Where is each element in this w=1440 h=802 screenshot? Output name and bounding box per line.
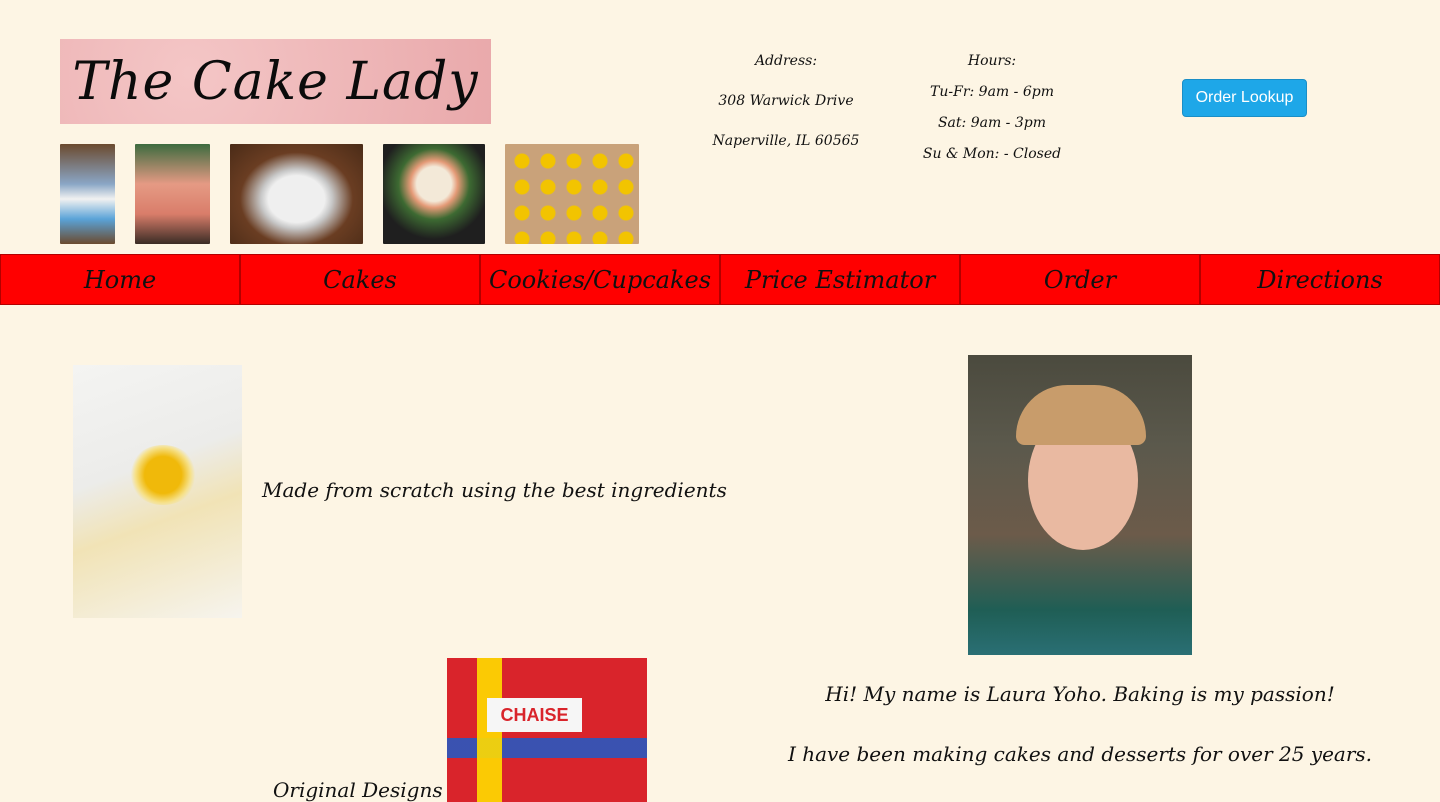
intro-line-2: I have been making cakes and desserts fo… (787, 742, 1373, 766)
nav-item-cakes[interactable]: Cakes (240, 254, 480, 305)
hours-tu-fr: Tu-Fr: 9am - 6pm (930, 84, 1054, 100)
hours-block: Hours: Tu-Fr: 9am - 6pm Sat: 9am - 3pm S… (912, 52, 1072, 176)
main-nav: Home Cakes Cookies/Cupcakes Price Estima… (0, 254, 1440, 305)
nav-item-order[interactable]: Order (960, 254, 1200, 305)
ingredients-caption: Made from scratch using the best ingredi… (262, 478, 727, 502)
address-line1: 308 Warwick Drive (718, 93, 854, 109)
order-lookup-button[interactable]: Order Lookup (1182, 79, 1307, 117)
hours-label: Hours: (967, 53, 1017, 69)
nav-item-home[interactable]: Home (0, 254, 240, 305)
thumbnail-cake-bulldog[interactable] (230, 144, 363, 244)
nav-item-directions[interactable]: Directions (1200, 254, 1440, 305)
intro-line-1: Hi! My name is Laura Yoho. Baking is my … (825, 682, 1335, 706)
nav-item-price-estimator[interactable]: Price Estimator (720, 254, 960, 305)
owner-portrait-image (968, 355, 1192, 655)
ingredients-image (73, 365, 242, 618)
thumbnail-emoji-cookies[interactable] (505, 144, 639, 244)
address-line2: Naperville, IL 60565 (712, 133, 860, 149)
logo-text: The Cake Lady (72, 51, 479, 112)
thumbnail-cake-blue[interactable] (60, 144, 115, 244)
address-label: Address: (754, 53, 818, 69)
hours-sat: Sat: 9am - 3pm (937, 115, 1047, 131)
hours-su-mon: Su & Mon: - Closed (922, 146, 1062, 162)
thumbnail-cake-pink[interactable] (135, 144, 210, 244)
designs-caption: Original Designs (273, 778, 443, 802)
lego-cake-image: CHAISE (447, 658, 647, 802)
site-logo[interactable]: The Cake Lady (60, 39, 491, 124)
thumbnail-cupcake-bouquet[interactable] (383, 144, 485, 244)
address-block: Address: 308 Warwick Drive Naperville, I… (706, 52, 866, 172)
nav-item-cookies-cupcakes[interactable]: Cookies/Cupcakes (480, 254, 720, 305)
lego-cake-label: CHAISE (487, 698, 582, 732)
